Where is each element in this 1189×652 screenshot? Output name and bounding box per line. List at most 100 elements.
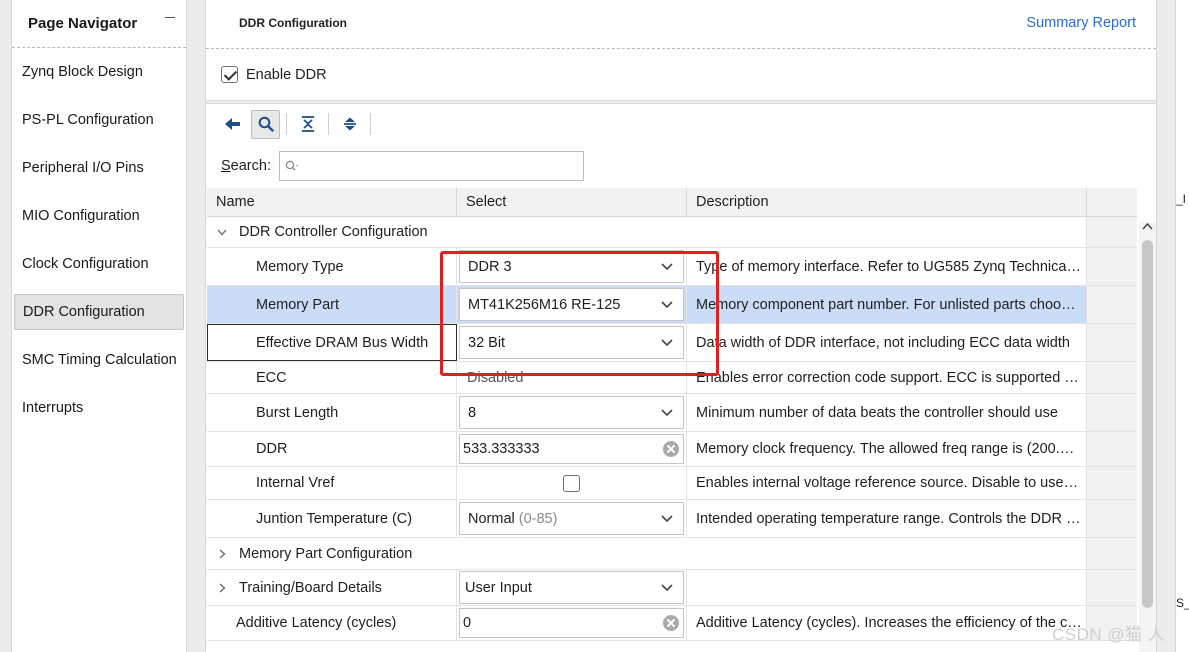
search-field-icon xyxy=(285,160,298,171)
header-select[interactable]: Select xyxy=(457,188,687,216)
dropdown-value: 32 Bit xyxy=(468,334,506,351)
training-dropdown[interactable]: User Input xyxy=(459,571,684,604)
property-value-cell: MT41K256M16 RE-125 xyxy=(457,286,687,323)
row-filler xyxy=(1087,362,1137,393)
junction-temperature-dropdown[interactable]: Normal (0-85) xyxy=(459,502,684,535)
header-description[interactable]: Description xyxy=(687,188,1087,216)
table-row: Internal Vref Enables internal voltage r… xyxy=(207,467,1137,500)
summary-report-link[interactable]: Summary Report xyxy=(1026,15,1136,31)
clear-icon[interactable] xyxy=(663,441,679,457)
nav-item-label: SMC Timing Calculation xyxy=(22,352,177,368)
minimize-icon[interactable] xyxy=(164,12,176,24)
property-value-cell: 0 xyxy=(457,606,687,640)
table-row: Juntion Temperature (C) Normal (0-85) In… xyxy=(207,500,1137,538)
dropdown-value: DDR 3 xyxy=(468,258,512,275)
burst-length-dropdown[interactable]: 8 xyxy=(459,396,684,429)
header-filler xyxy=(1087,188,1137,216)
memory-type-dropdown[interactable]: DDR 3 xyxy=(459,250,684,283)
table-row-selected: Memory Part MT41K256M16 RE-125 Memory co… xyxy=(207,286,1137,324)
nav-item-smc-timing-calculation[interactable]: SMC Timing Calculation xyxy=(14,336,184,384)
nav-item-clock-configuration[interactable]: Clock Configuration xyxy=(14,240,184,288)
nav-item-ddr-configuration[interactable]: DDR Configuration xyxy=(14,294,184,330)
row-filler xyxy=(1087,467,1137,499)
vertical-scrollbar[interactable] xyxy=(1139,222,1156,652)
group-row-ddr-controller[interactable]: DDR Controller Configuration xyxy=(207,217,1137,248)
property-description: Additive Latency (cycles). Increases the… xyxy=(687,606,1087,640)
chevron-down-icon xyxy=(661,338,673,346)
nav-item-mio-configuration[interactable]: MIO Configuration xyxy=(14,192,184,240)
group-label: Training/Board Details xyxy=(239,579,382,596)
property-name: Memory Part xyxy=(207,286,457,323)
property-value-cell: 32 Bit xyxy=(457,324,687,361)
property-name: Internal Vref xyxy=(207,467,457,499)
nav-item-zynq-block-design[interactable]: Zynq Block Design xyxy=(14,48,184,96)
adjacent-panel-edge: _I S_ xyxy=(1175,0,1189,652)
property-description xyxy=(687,570,1087,605)
field-value: 0 xyxy=(463,615,472,631)
nav-item-label: PS-PL Configuration xyxy=(22,112,154,128)
scrollbar-thumb[interactable] xyxy=(1142,240,1153,608)
property-value-cell: Normal (0-85) xyxy=(457,500,687,537)
ddr-frequency-field[interactable]: 533.333333 xyxy=(459,434,684,464)
ddr-configuration-panel: DDR Configuration Summary Report Enable … xyxy=(205,0,1157,652)
search-box[interactable] xyxy=(278,151,584,181)
chevron-right-icon[interactable] xyxy=(215,581,229,595)
dropdown-value: MT41K256M16 RE-125 xyxy=(468,296,621,313)
nav-item-label: MIO Configuration xyxy=(22,208,140,224)
collapse-all-icon[interactable] xyxy=(293,110,322,139)
chevron-right-icon[interactable] xyxy=(215,547,229,561)
expand-all-icon[interactable] xyxy=(335,110,364,139)
property-description: Intended operating temperature range. Co… xyxy=(687,500,1087,537)
table-row: ECC Disabled Enables error correction co… xyxy=(207,362,1137,394)
chevron-down-icon xyxy=(661,514,673,522)
nav-item-label: Zynq Block Design xyxy=(22,64,143,80)
table-row: Additive Latency (cycles) 0 Additive Lat… xyxy=(207,606,1137,641)
nav-item-interrupts[interactable]: Interrupts xyxy=(14,384,184,432)
header-name[interactable]: Name xyxy=(207,188,457,216)
property-value-cell: 8 xyxy=(457,394,687,431)
property-description: Memory clock frequency. The allowed freq… xyxy=(687,432,1087,466)
search-input[interactable] xyxy=(298,158,583,174)
property-value-cell: User Input xyxy=(457,570,687,605)
chevron-down-icon[interactable] xyxy=(215,225,229,239)
internal-vref-checkbox[interactable] xyxy=(563,474,580,492)
property-table: Name Select Description DDR Controller C… xyxy=(207,188,1137,641)
property-description: Minimum number of data beats the control… xyxy=(687,394,1087,431)
chevron-down-icon xyxy=(661,262,673,270)
scroll-up-icon[interactable] xyxy=(1142,222,1153,230)
ecc-value: Disabled xyxy=(457,362,687,393)
search-icon[interactable] xyxy=(251,109,280,139)
property-value-cell xyxy=(457,467,687,499)
table-row: Burst Length 8 Minimum number of data be… xyxy=(207,394,1137,432)
dropdown-value: User Input xyxy=(465,579,532,596)
memory-part-dropdown[interactable]: MT41K256M16 RE-125 xyxy=(459,288,684,321)
nav-item-label: Peripheral I/O Pins xyxy=(22,160,144,176)
dropdown-value: 8 xyxy=(468,404,477,421)
group-cell: Memory Part Configuration xyxy=(207,538,1087,569)
table-toolbar xyxy=(206,104,1156,144)
enable-ddr-checkbox[interactable] xyxy=(221,66,238,83)
field-value: 533.333333 xyxy=(463,441,540,457)
clear-icon[interactable] xyxy=(663,615,679,631)
bus-width-dropdown[interactable]: 32 Bit xyxy=(459,326,684,359)
group-cell: Training/Board Details xyxy=(207,570,457,605)
truncated-text: S_ xyxy=(1176,596,1189,610)
additive-latency-field[interactable]: 0 xyxy=(459,608,684,638)
property-description: Data width of DDR interface, not includi… xyxy=(687,324,1087,361)
nav-item-label: DDR Configuration xyxy=(23,304,145,320)
group-label: DDR Controller Configuration xyxy=(239,224,428,240)
nav-item-ps-pl-configuration[interactable]: PS-PL Configuration xyxy=(14,96,184,144)
group-label: Memory Part Configuration xyxy=(239,545,413,562)
search-row: Search: xyxy=(206,144,1156,188)
property-name-focused[interactable]: Effective DRAM Bus Width xyxy=(207,324,457,361)
chevron-down-icon xyxy=(661,583,673,591)
property-description: Type of memory interface. Refer to UG585… xyxy=(687,248,1087,285)
navigator-header: Page Navigator xyxy=(12,0,186,48)
toolbar-separator xyxy=(286,113,287,135)
row-filler xyxy=(1087,500,1137,537)
nav-item-peripheral-io-pins[interactable]: Peripheral I/O Pins xyxy=(14,144,184,192)
toolbar-separator xyxy=(328,113,329,135)
back-arrow-icon[interactable] xyxy=(218,110,247,139)
group-row-memory-part-configuration[interactable]: Memory Part Configuration xyxy=(207,538,1137,570)
property-name: ECC xyxy=(207,362,457,393)
